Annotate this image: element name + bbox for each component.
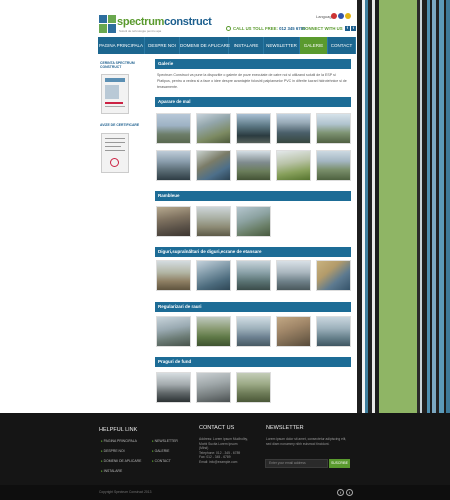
twitter-icon[interactable]: t (350, 26, 356, 32)
footer-link[interactable]: INSTALARE (101, 469, 123, 473)
section-title-praguri: Praguri de fund (155, 357, 351, 367)
main-nav: PAGINA PRINCIPALA DESPRE NOI DOMENII DE … (98, 37, 356, 54)
gallery-photo[interactable] (156, 372, 191, 403)
gallery-photo[interactable] (196, 260, 231, 291)
call-label: CALL US TOLL FREE: (233, 26, 278, 31)
gallery-photo[interactable] (316, 260, 351, 291)
gallery-photo[interactable] (316, 150, 351, 181)
section-title-aparare-de-mal: Aparare de mal (155, 97, 351, 107)
gallery-title-bar: Galerie (155, 59, 351, 69)
gallery-photo[interactable] (316, 113, 351, 144)
nav-item-newsletter[interactable]: NEWSLETTER (264, 37, 300, 54)
gallery-photo[interactable] (156, 150, 191, 181)
flag-uk-icon[interactable] (331, 13, 337, 19)
footer-bottom (0, 485, 450, 500)
gallery-photo[interactable] (156, 113, 191, 144)
gallery-photo[interactable] (196, 206, 231, 237)
nav-item-gallery[interactable]: GALERIE (300, 37, 328, 54)
footer-contact-address: Address: Lorem ipsum Mudholby, Morbi Suc… (199, 437, 248, 464)
footer-link[interactable]: CONTACT (152, 459, 171, 463)
gallery-photo[interactable] (236, 206, 271, 237)
newsletter-email-input[interactable]: Enter your email address (265, 459, 328, 468)
sidebar-certification-document[interactable] (101, 133, 129, 173)
footer-link[interactable]: PAGINA PRINCIPALA (101, 439, 137, 443)
footer-helpful-title: HELPFUL LINK (99, 427, 138, 433)
gallery-photo[interactable] (156, 260, 191, 291)
gallery-photo[interactable] (196, 372, 231, 403)
footer-twitter-icon[interactable]: t (346, 489, 353, 496)
logo-mark-icon (99, 15, 116, 34)
gallery-photo[interactable] (156, 316, 191, 347)
footer-link[interactable]: DOMENII DE APLICARE (101, 459, 142, 463)
gallery-intro: Spectrum Construct va pune la dispozitie… (157, 73, 347, 89)
gallery-photo[interactable] (236, 113, 271, 144)
logo[interactable]: spectrumconstruct Solutii de tehnologie … (99, 15, 212, 35)
flag-ro-icon[interactable] (345, 13, 351, 19)
facebook-icon[interactable]: f (344, 26, 350, 32)
subscribe-button[interactable]: SUSCRIBE (329, 459, 350, 468)
call-us: CALL US TOLL FREE: 012 345 6789 (226, 26, 305, 32)
section-title-regularizari: Regularizari de rauri (155, 302, 351, 312)
nav-item-contact[interactable]: CONTACT (328, 37, 356, 54)
nav-item-applications[interactable]: DOMENII DE APLICARE (180, 37, 230, 54)
footer-newsletter-text: Lorem ipsum dolor sit amet, consectetur … (266, 437, 347, 446)
gallery-photo[interactable] (316, 316, 351, 347)
gallery-photo[interactable] (276, 150, 311, 181)
footer-link[interactable]: DESPRE NOI (101, 449, 125, 453)
sidebar-certification-label: AVIZE DE CERTIFICARE (100, 123, 140, 127)
nav-item-about[interactable]: DESPRE NOI (145, 37, 180, 54)
gallery-photo[interactable] (276, 260, 311, 291)
section-title-rambleue: Rambleue (155, 191, 351, 201)
connect-label: CONNECT WITH US (302, 26, 343, 31)
gallery-photo[interactable] (276, 316, 311, 347)
section-title-diguri: Diguri,supraînăltari de diguri,ecrane de… (155, 247, 351, 257)
phone-icon (226, 26, 231, 32)
nav-item-installation[interactable]: INSTALARE (229, 37, 264, 54)
logo-text: spectrumconstruct (117, 16, 212, 28)
flag-fr-icon[interactable] (338, 13, 344, 19)
gallery-photo[interactable] (236, 260, 271, 291)
gallery-photo[interactable] (276, 113, 311, 144)
connect-with-us: CONNECT WITH US ft (302, 26, 356, 32)
logo-tagline: Solutii de tehnologie pentru apa (119, 29, 162, 33)
language-flags (331, 13, 352, 20)
gallery-photo[interactable] (236, 150, 271, 181)
copyright: Copyright Spectrum Construct 2013 (99, 490, 152, 494)
footer-link[interactable]: GALERIE (152, 449, 170, 453)
gallery-photo[interactable] (156, 206, 191, 237)
gallery-photo[interactable] (236, 372, 271, 403)
footer-link[interactable]: NEWSLETTER (152, 439, 178, 443)
decorative-stripes (357, 0, 450, 413)
footer-newsletter-title: NEWSLETTER (266, 425, 304, 431)
sidebar-cert-document[interactable] (101, 74, 129, 114)
nav-item-home[interactable]: PAGINA PRINCIPALA (98, 37, 145, 54)
gallery-photo[interactable] (196, 150, 231, 181)
footer-contact-title: CONTACT US (199, 425, 235, 431)
footer-facebook-icon[interactable]: f (337, 489, 344, 496)
gallery-photo[interactable] (196, 113, 231, 144)
sidebar-cert-label: CERINTA SPECTRUM CONSTRUCT (100, 61, 135, 69)
gallery-photo[interactable] (196, 316, 231, 347)
gallery-photo[interactable] (236, 316, 271, 347)
